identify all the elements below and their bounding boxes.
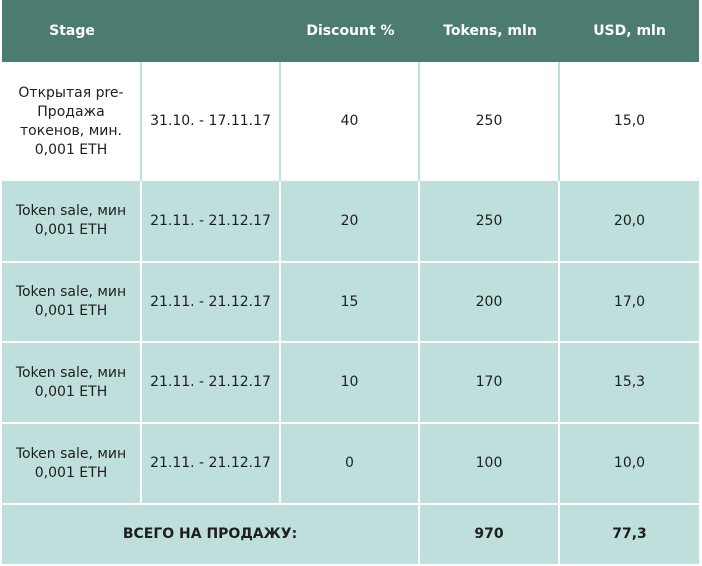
row-4-dates: 21.11. - 21.12.17 [142,341,281,422]
row-2-discount: 20 [281,181,420,261]
row-4-tokens: 170 [420,341,560,422]
total-usd: 77,3 [560,503,699,564]
row-5-dates: 21.11. - 21.12.17 [142,422,281,503]
row-5-discount: 0 [281,422,420,503]
row-2-usd: 20,0 [560,181,699,261]
header-discount: Discount % [281,0,420,62]
header-usd: USD, mln [560,0,699,62]
header-tokens: Tokens, mln [420,0,560,62]
row-2-dates: 21.11. - 21.12.17 [142,181,281,261]
row-5-usd: 10,0 [560,422,699,503]
row-2-tokens: 250 [420,181,560,261]
total-tokens: 970 [420,503,560,564]
row-1-usd: 15,0 [560,62,699,181]
token-sale-table: Stage Discount % Tokens, mln USD, mln От… [2,0,699,564]
total-label: ВСЕГО НА ПРОДАЖУ: [2,503,420,564]
row-5-stage: Token sale, мин 0,001 ETH [2,422,142,503]
header-stage: Stage [2,0,142,62]
row-1-stage: Открытая pre-Продажа токенов, мин. 0,001… [2,62,142,181]
row-3-usd: 17,0 [560,261,699,341]
row-2-stage: Token sale, мин 0,001 ETH [2,181,142,261]
row-3-stage: Token sale, мин 0,001 ETH [2,261,142,341]
row-4-stage: Token sale, мин 0,001 ETH [2,341,142,422]
row-3-tokens: 200 [420,261,560,341]
row-1-discount: 40 [281,62,420,181]
row-4-usd: 15,3 [560,341,699,422]
row-1-dates: 31.10. - 17.11.17 [142,62,281,181]
row-3-dates: 21.11. - 21.12.17 [142,261,281,341]
header-dates [142,0,281,62]
row-1-tokens: 250 [420,62,560,181]
row-3-discount: 15 [281,261,420,341]
row-5-tokens: 100 [420,422,560,503]
row-4-discount: 10 [281,341,420,422]
